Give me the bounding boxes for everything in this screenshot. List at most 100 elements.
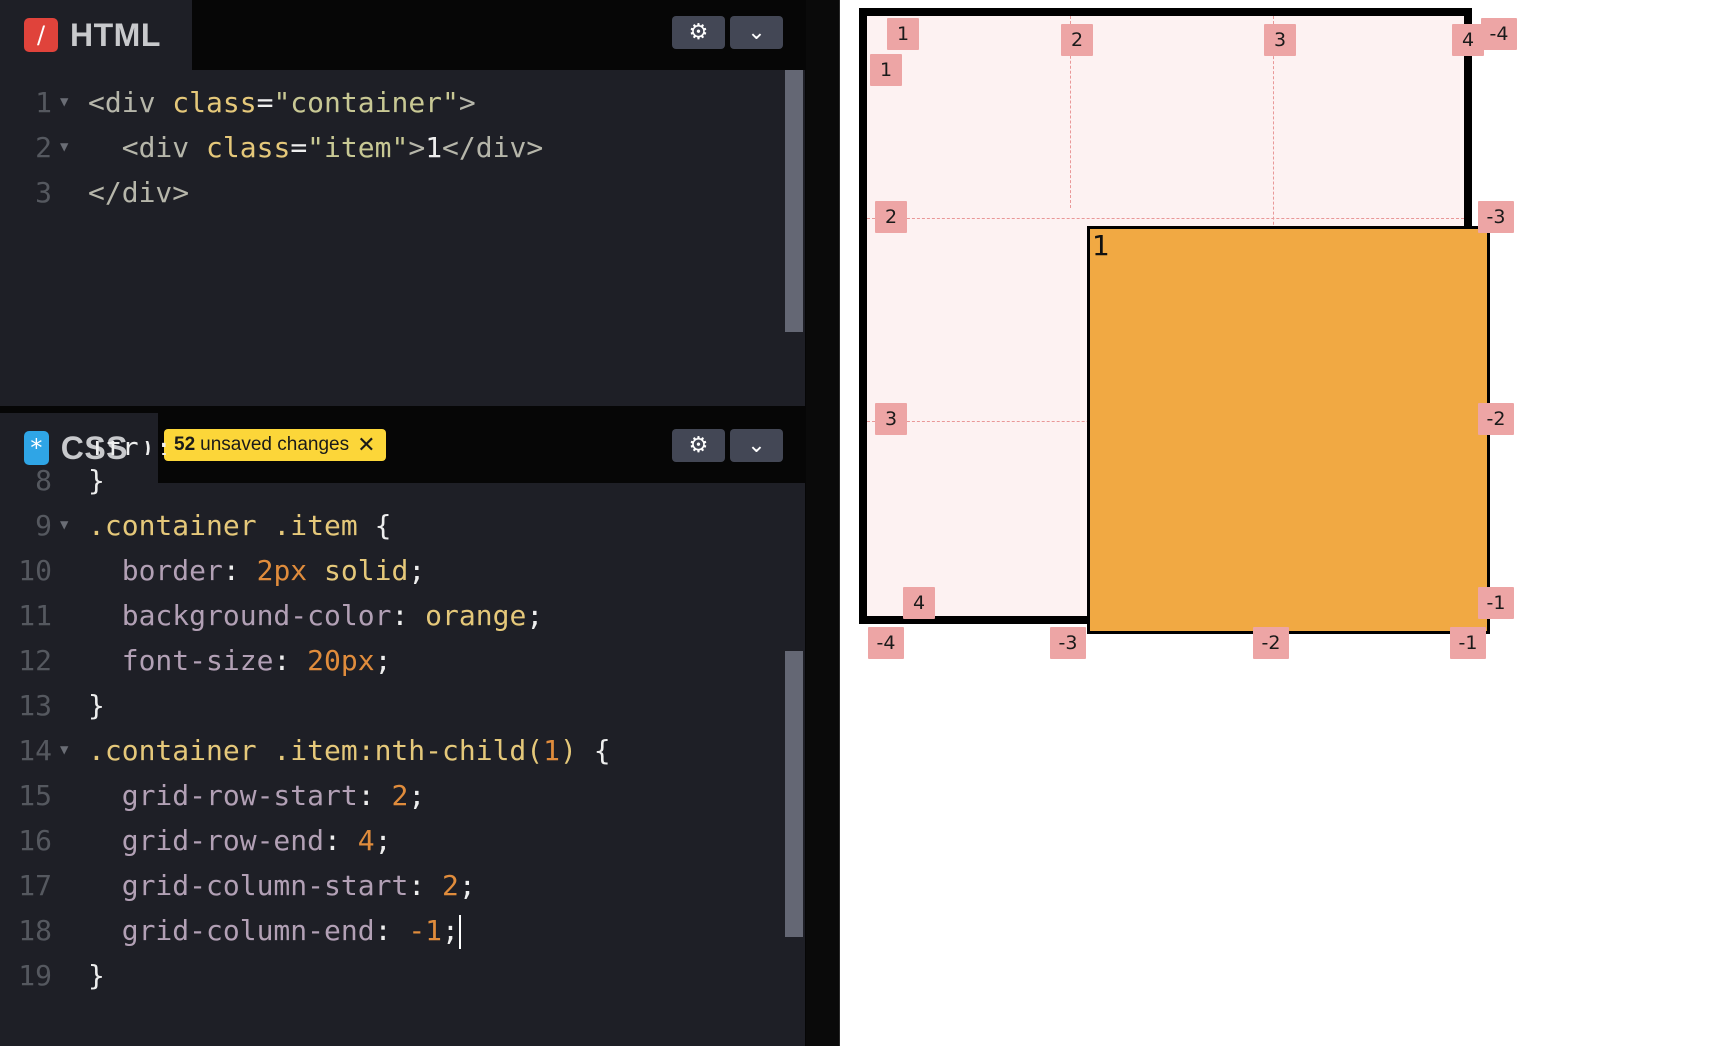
- code-token: solid: [324, 554, 409, 587]
- code-token: ;: [408, 554, 426, 587]
- line-number: 2: [35, 131, 52, 164]
- code-line[interactable]: 18 grid-column-end: -1;: [0, 908, 785, 953]
- unsaved-count: 52: [174, 434, 196, 455]
- code-text: grid-column-end: -1;: [88, 908, 461, 953]
- code-line[interactable]: 8}: [0, 458, 785, 503]
- code-line[interactable]: 2 ▼ <div class="item">1</div>: [0, 125, 785, 170]
- code-line[interactable]: 16 grid-row-end: 4;: [0, 818, 785, 863]
- html-code-area[interactable]: 1 ▼ <div class="container"> 2 ▼ <div class="…: [0, 80, 785, 215]
- code-token: border: [121, 554, 223, 587]
- code-token: ;: [458, 869, 476, 902]
- code-line[interactable]: 13}: [0, 683, 785, 728]
- grid-item-1: 1: [1087, 226, 1490, 634]
- code-token: 20px: [307, 644, 375, 677]
- html-tab[interactable]: / HTML: [0, 0, 192, 70]
- html-settings-button[interactable]: ⚙: [672, 16, 725, 49]
- grid-line-label-left-4: 4: [903, 587, 935, 619]
- grid-container: 1: [859, 8, 1490, 634]
- line-number: 17: [18, 869, 52, 902]
- code-text: grid-column-start: 2;: [88, 863, 476, 908]
- code-token: :: [374, 914, 409, 947]
- code-token: grid-row-end: [121, 824, 325, 857]
- code-token: }: [88, 464, 105, 497]
- code-line[interactable]: 9 ▼ .container .item {: [0, 503, 785, 548]
- code-token: ;: [526, 599, 544, 632]
- code-token: 4: [357, 824, 375, 857]
- code-token: class: [172, 86, 257, 119]
- pane-divider[interactable]: [806, 0, 840, 1046]
- code-text: }: [88, 458, 105, 503]
- code-line[interactable]: 12 font-size: 20px;: [0, 638, 785, 683]
- close-icon[interactable]: ✕: [357, 432, 375, 458]
- code-text: font-size: 20px;: [88, 638, 392, 683]
- code-token: .container .item:nth-child(: [88, 734, 544, 767]
- code-token: =: [256, 86, 274, 119]
- unsaved-changes-badge[interactable]: 52 unsaved changes ✕: [164, 429, 386, 461]
- code-token: ;: [408, 779, 426, 812]
- fold-toggle-icon[interactable]: ▼: [60, 728, 68, 773]
- css-scrollbar[interactable]: [785, 651, 803, 937]
- code-text: .container .item {: [88, 503, 391, 548]
- code-text: border: 2px solid;: [88, 548, 425, 593]
- code-line[interactable]: 17 grid-column-start: 2;: [0, 863, 785, 908]
- text-cursor: [458, 915, 461, 949]
- fold-toggle-icon[interactable]: ▼: [60, 125, 68, 170]
- line-number: 13: [18, 689, 52, 722]
- grid-line-label-right-neg3: -3: [1478, 201, 1514, 233]
- line-number: 8: [35, 464, 52, 497]
- line-number: 3: [35, 176, 52, 209]
- html-collapse-button[interactable]: ⌄: [730, 16, 783, 49]
- code-line[interactable]: 11 background-color: orange;: [0, 593, 785, 638]
- code-token: grid-row-start: [121, 779, 358, 812]
- grid-line-label-bottom-neg2: -2: [1253, 627, 1289, 659]
- code-line[interactable]: 3 </div>: [0, 170, 785, 215]
- code-token: grid-column-start: [121, 869, 409, 902]
- code-token: .container .item: [88, 509, 358, 542]
- line-number: 18: [18, 914, 52, 947]
- grid-line-label-bottom-neg4: -4: [868, 627, 904, 659]
- html-scrollbar[interactable]: [785, 70, 803, 332]
- code-token: :: [357, 779, 392, 812]
- code-token: -1: [408, 914, 443, 947]
- code-token: :: [324, 824, 358, 857]
- code-token: </div>: [442, 131, 544, 164]
- gear-icon: ⚙: [688, 433, 709, 458]
- chevron-down-icon: ⌄: [747, 433, 766, 458]
- html-editor: / HTML ⚙ ⌄ 1 ▼ <div class="container"> 2 ▼ <…: [0, 0, 805, 406]
- code-line[interactable]: 1 ▼ <div class="container">: [0, 80, 785, 125]
- code-line[interactable]: 19}: [0, 953, 785, 998]
- grid-line-label-bottom-neg1: -1: [1450, 627, 1486, 659]
- code-token: 1: [543, 734, 561, 767]
- code-token: </div>: [88, 176, 190, 209]
- code-line[interactable]: 15 grid-row-start: 2;: [0, 773, 785, 818]
- code-token: >: [458, 86, 476, 119]
- chevron-down-icon: ⌄: [747, 20, 766, 45]
- code-token: {: [357, 509, 392, 542]
- css-code-area[interactable]: 8} 9 ▼ .container .item {10 border: 2px sol…: [0, 458, 785, 998]
- code-token: ;: [374, 824, 392, 857]
- code-text: grid-row-end: 4;: [88, 818, 392, 863]
- code-line[interactable]: 10 border: 2px solid;: [0, 548, 785, 593]
- html-slash-icon: /: [24, 18, 58, 52]
- result-preview: 1 1 2 3 4 -4 1 2 3 4 -3 -2 -1 -4 -3 -2 -…: [841, 0, 1716, 1046]
- fold-toggle-icon[interactable]: ▼: [60, 503, 68, 548]
- fold-toggle-icon[interactable]: ▼: [60, 80, 68, 125]
- css-editor: * CSS 52 unsaved changes ✕ ⚙ ⌄ 1fr); 8}9…: [0, 413, 805, 1046]
- code-token: font-size: [121, 644, 274, 677]
- grid-line-label-top-neg4: -4: [1481, 18, 1517, 50]
- code-token: class: [206, 131, 291, 164]
- code-line[interactable]: 14 ▼ .container .item:nth-child(1) {: [0, 728, 785, 773]
- code-text: </div>: [88, 170, 189, 215]
- line-number: 14: [18, 734, 52, 767]
- code-text: .container .item:nth-child(1) {: [88, 728, 611, 773]
- code-token: :: [273, 644, 308, 677]
- line-number: 11: [18, 599, 52, 632]
- code-token: 1: [425, 131, 443, 164]
